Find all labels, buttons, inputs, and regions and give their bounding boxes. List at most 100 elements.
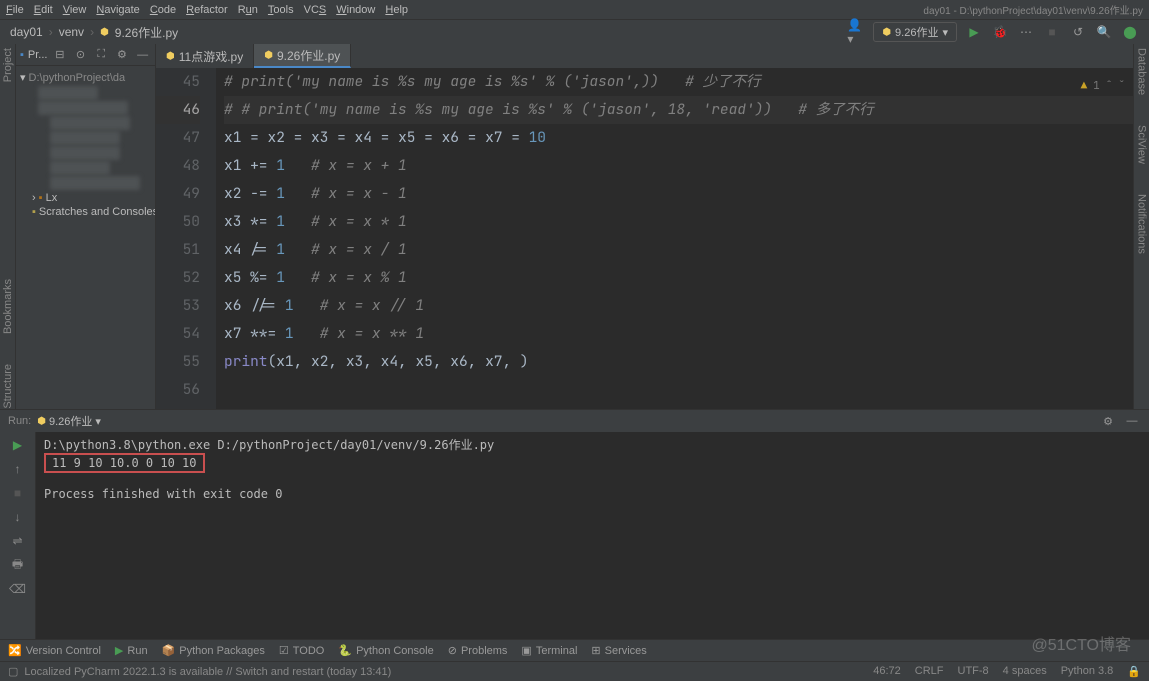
soft-wrap-icon[interactable]: ⇌ [9, 532, 27, 550]
run-config-label: 9.26作业 [895, 24, 938, 40]
minimize-icon[interactable]: — [1123, 412, 1141, 430]
bottom-tool-bar: 🔀Version Control ▶Run 📦Python Packages ☑… [0, 639, 1149, 661]
inspections-widget[interactable]: ▲ 1 ˆ ˇ [1081, 72, 1125, 100]
code-editor[interactable]: 454647484950515253545556 # print('my nam… [156, 68, 1133, 409]
breadcrumb[interactable]: day01 [10, 25, 43, 39]
rerun-button[interactable]: ▶ [9, 436, 27, 454]
run-config-selector[interactable]: ⬢ 9.26作业 ▾ [873, 22, 957, 42]
expand-icon[interactable]: ⛶ [93, 46, 110, 64]
code-content[interactable]: # print('my name is %s my age is %s' % (… [216, 68, 1133, 409]
menu-window[interactable]: Window [336, 4, 375, 16]
chevron-down-icon: ▾ [20, 71, 26, 84]
python-console-button[interactable]: 🐍Python Console [338, 644, 433, 657]
ide-settings-icon[interactable]: ⬤ [1121, 23, 1139, 41]
hide-icon[interactable]: — [134, 46, 151, 64]
tree-item[interactable]: › ▪ Lx [20, 191, 151, 205]
target-icon[interactable]: ⊙ [72, 46, 89, 64]
nav-bar: day01 › venv › ⬢ 9.26作业.py 👤▾ ⬢ 9.26作业 ▾… [0, 20, 1149, 44]
clear-icon[interactable]: ⌫ [9, 580, 27, 598]
panel-title: Pr... [28, 49, 48, 61]
scroll-down-icon[interactable]: ↓ [9, 508, 27, 526]
tree-item-label: Scratches and Consoles [39, 206, 155, 218]
interpreter[interactable]: Python 3.8 [1061, 665, 1114, 678]
branch-icon: 🔀 [8, 644, 22, 657]
warning-icon: ▲ [1081, 72, 1088, 100]
menu-refactor[interactable]: Refactor [186, 4, 228, 16]
left-tool-strip: Project Bookmarks Structure [0, 44, 16, 409]
console-icon: 🐍 [338, 644, 352, 657]
console-cmd: D:\python3.8\python.exe D:/pythonProject… [44, 438, 494, 452]
search-icon[interactable]: 🔍 [1095, 23, 1113, 41]
menu-file[interactable]: File [6, 4, 24, 16]
menu-help[interactable]: Help [385, 4, 408, 16]
print-icon[interactable]: 🖶 [9, 556, 27, 574]
project-icon: ▪ [20, 49, 24, 61]
line-separator[interactable]: CRLF [915, 665, 944, 678]
stop-button[interactable]: ■ [1043, 23, 1061, 41]
run-button[interactable]: ▶ [965, 23, 983, 41]
vc-button[interactable]: 🔀Version Control [8, 644, 101, 657]
tab-label: 9.26作业.py [277, 47, 340, 64]
console-exit: Process finished with exit code 0 [44, 487, 282, 501]
console-output[interactable]: D:\python3.8\python.exe D:/pythonProject… [36, 432, 1149, 639]
project-tree[interactable]: ▾ D:\pythonProject\da › ▪ Lx ▪ Scratches… [16, 66, 155, 223]
breadcrumb[interactable]: venv [59, 25, 84, 39]
scratch-icon: ▪ [32, 206, 36, 218]
run-toolbar: ▶ ↑ ■ ↓ ⇌ 🖶 ⌫ [0, 432, 36, 639]
menu-edit[interactable]: Edit [34, 4, 53, 16]
chevron-right-icon: › [32, 192, 36, 204]
indent-setting[interactable]: 4 spaces [1003, 665, 1047, 678]
gear-icon[interactable]: ⚙ [114, 46, 131, 64]
warning-count: 1 [1093, 72, 1100, 100]
status-bar: ▢ Localized PyCharm 2022.1.3 is availabl… [0, 661, 1149, 681]
editor-tabs: ⬢ 11点游戏.py ⬢ 9.26作业.py [156, 44, 1133, 68]
status-message[interactable]: Localized PyCharm 2022.1.3 is available … [24, 666, 391, 678]
notifications-tool-button[interactable]: Notifications [1136, 194, 1148, 254]
run-button[interactable]: ▶Run [115, 644, 148, 657]
scroll-up-icon[interactable]: ↑ [9, 460, 27, 478]
file-encoding[interactable]: UTF-8 [958, 665, 989, 678]
sciview-tool-button[interactable]: SciView [1136, 125, 1148, 164]
structure-tool-button[interactable]: Structure [2, 364, 14, 409]
lib-icon: ▪ [39, 192, 43, 204]
problems-button[interactable]: ⊘Problems [448, 644, 508, 657]
todo-button[interactable]: ☑TODO [279, 644, 324, 657]
cursor-position[interactable]: 46:72 [873, 665, 901, 678]
editor-tab[interactable]: ⬢ 11点游戏.py [156, 44, 254, 68]
menu-code[interactable]: Code [150, 4, 176, 16]
gear-icon[interactable]: ⚙ [1099, 412, 1117, 430]
menu-navigate[interactable]: Navigate [96, 4, 139, 16]
debug-button[interactable]: 🐞 [991, 23, 1009, 41]
services-button[interactable]: ⊞Services [591, 644, 646, 657]
breadcrumb[interactable]: 9.26作业.py [115, 24, 178, 41]
bookmarks-tool-button[interactable]: Bookmarks [2, 279, 14, 334]
terminal-button[interactable]: ▣Terminal [521, 644, 577, 657]
menu-tools[interactable]: Tools [268, 4, 294, 16]
editor-tab[interactable]: ⬢ 9.26作业.py [254, 44, 351, 68]
line-gutter: 454647484950515253545556 [156, 68, 216, 409]
menu-run[interactable]: Run [238, 4, 258, 16]
menu-view[interactable]: View [63, 4, 87, 16]
package-icon: 📦 [162, 644, 176, 657]
user-icon[interactable]: 👤▾ [847, 23, 865, 41]
run-config-name[interactable]: ⬢ 9.26作业 ▾ [37, 413, 101, 429]
lock-icon[interactable]: 🔒 [1127, 665, 1141, 678]
chevron-up-icon: ˆ [1106, 72, 1113, 100]
tree-item-label: Lx [46, 192, 58, 204]
stop-button[interactable]: ■ [9, 484, 27, 502]
problems-icon: ⊘ [448, 644, 457, 657]
chevron-down-icon: ˇ [1118, 72, 1125, 100]
database-tool-button[interactable]: Database [1136, 48, 1148, 95]
tree-item[interactable]: ▪ Scratches and Consoles [20, 205, 151, 219]
more-run-icon[interactable]: ⋯ [1017, 23, 1035, 41]
play-icon: ▶ [115, 644, 123, 657]
collapse-icon[interactable]: ⊟ [51, 46, 68, 64]
tree-root[interactable]: ▾ D:\pythonProject\da [20, 70, 151, 85]
vcs-update-icon[interactable]: ↺ [1069, 23, 1087, 41]
terminal-icon: ▣ [521, 644, 531, 657]
menu-vcs[interactable]: VCS [304, 4, 327, 16]
project-tool-button[interactable]: Project [2, 48, 14, 82]
run-tool-window: Run: ⬢ 9.26作业 ▾ ⚙ — ▶ ↑ ■ ↓ ⇌ 🖶 ⌫ D:\pyt… [0, 409, 1149, 639]
python-packages-button[interactable]: 📦Python Packages [162, 644, 265, 657]
status-window-icon[interactable]: ▢ [8, 665, 18, 678]
